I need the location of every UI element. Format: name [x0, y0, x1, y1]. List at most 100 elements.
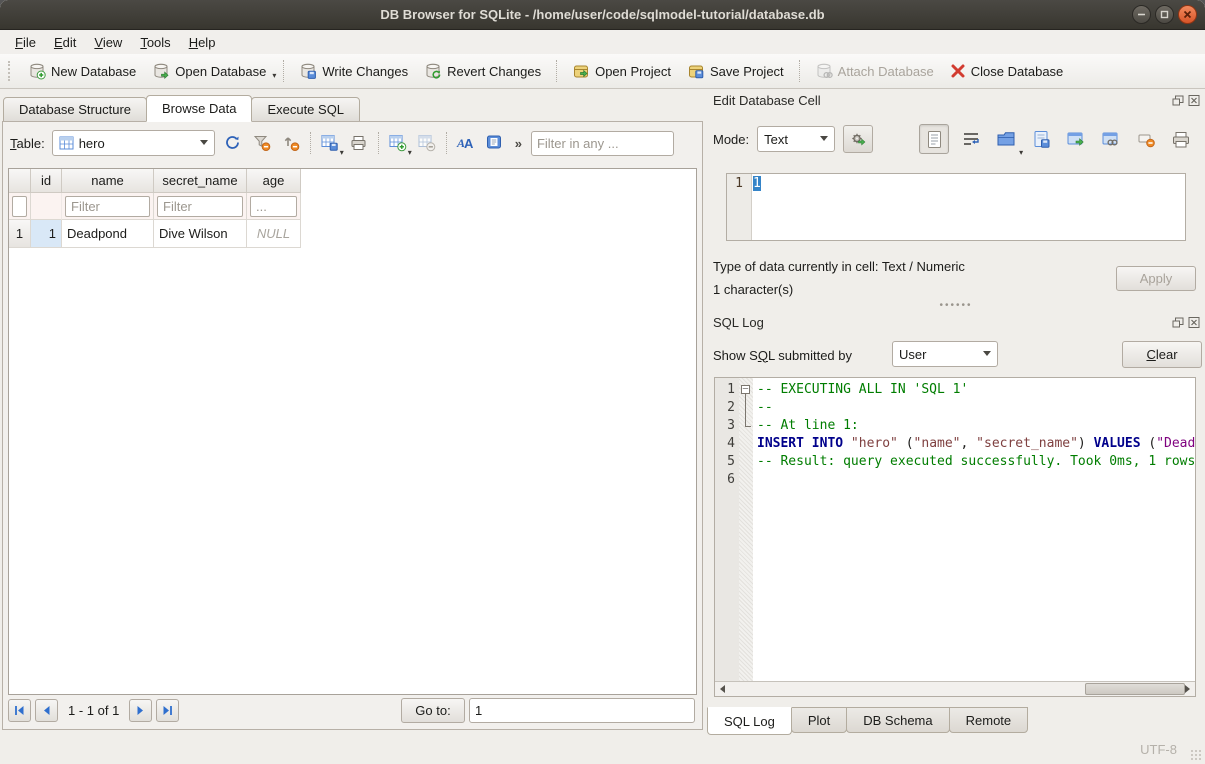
log-fold-margin[interactable]: – — [739, 378, 753, 681]
window-title: DB Browser for SQLite - /home/user/code/… — [0, 0, 1205, 30]
titlebar[interactable]: DB Browser for SQLite - /home/user/code/… — [0, 0, 1205, 30]
column-header-id[interactable]: id — [31, 169, 62, 193]
menu-help[interactable]: Help — [180, 32, 225, 53]
revert-changes-button[interactable]: Revert Changes — [416, 58, 549, 84]
cell-id[interactable]: 1 — [31, 220, 62, 248]
cell-editor-content[interactable]: 1 — [752, 174, 1185, 240]
text-mode-icon[interactable] — [919, 124, 949, 154]
apply-cell-icon[interactable] — [1063, 126, 1089, 152]
filter-name-input[interactable] — [65, 196, 150, 217]
minimize-button[interactable] — [1132, 5, 1151, 24]
sql-log-editor[interactable]: 12 34 56 – -- EXECUTING ALL IN 'SQL 1' -… — [714, 377, 1196, 697]
tab-plot[interactable]: Plot — [791, 707, 847, 733]
save-results-button[interactable]: ▾ — [319, 133, 341, 153]
print-button[interactable] — [348, 133, 370, 153]
goto-record-input[interactable] — [469, 698, 695, 723]
toolbar-separator — [310, 132, 311, 154]
menu-edit[interactable]: Edit — [45, 32, 85, 53]
filter-any-column-input[interactable] — [531, 131, 674, 156]
cell-name[interactable]: Deadpond — [62, 220, 154, 248]
cell-editor[interactable]: 1 1 — [726, 173, 1186, 241]
row-header[interactable]: 1 — [9, 220, 31, 248]
scrollbar-thumb[interactable] — [1085, 683, 1186, 695]
record-range-label: 1 - 1 of 1 — [68, 703, 119, 718]
column-header-secret-name[interactable]: secret_name — [154, 169, 247, 193]
goto-button[interactable]: Go to: — [401, 698, 465, 723]
edit-cell-toolbar: ▾ — [919, 124, 1194, 154]
filter-age-input[interactable] — [250, 196, 297, 217]
tab-execute-sql[interactable]: Execute SQL — [251, 97, 360, 122]
toolbar-separator — [378, 132, 379, 154]
toolbar-handle[interactable] — [8, 61, 14, 81]
filter-secret-name-input[interactable] — [157, 196, 243, 217]
menu-file[interactable]: File — [6, 32, 45, 53]
tab-browse-data[interactable]: Browse Data — [146, 95, 252, 122]
attach-database-label: Attach Database — [838, 64, 934, 79]
clear-log-button[interactable]: Clear — [1122, 341, 1202, 368]
resize-grip[interactable] — [1190, 749, 1202, 761]
float-dock-icon[interactable] — [1171, 94, 1184, 106]
grid-corner-header[interactable] — [9, 169, 31, 193]
cell-age-null[interactable]: NULL — [247, 220, 301, 248]
delete-record-button[interactable] — [416, 133, 438, 153]
last-record-button[interactable] — [156, 699, 179, 722]
mode-select[interactable]: Text — [757, 126, 835, 152]
encoding-indicator: UTF-8 — [1140, 742, 1177, 757]
next-record-button[interactable] — [129, 699, 152, 722]
write-changes-icon — [299, 62, 317, 80]
tab-remote[interactable]: Remote — [949, 707, 1029, 733]
find-in-table-button[interactable] — [484, 133, 506, 153]
import-data-icon[interactable]: ▾ — [993, 126, 1019, 152]
print-cell-icon[interactable] — [1168, 126, 1194, 152]
log-horizontal-scrollbar[interactable] — [715, 681, 1195, 696]
clear-filters-button[interactable] — [251, 133, 273, 153]
column-header-name[interactable]: name — [62, 169, 154, 193]
dock-splitter-handle[interactable]: •••••• — [707, 300, 1205, 311]
open-database-button[interactable]: Open Database — [144, 58, 274, 84]
export-data-icon[interactable] — [1028, 126, 1054, 152]
first-record-button[interactable] — [8, 699, 31, 722]
close-dock-icon[interactable] — [1187, 316, 1200, 328]
open-database-menu-caret[interactable]: ▾ — [272, 71, 276, 80]
save-project-button[interactable]: Save Project — [679, 58, 792, 84]
close-dock-icon[interactable] — [1187, 94, 1200, 106]
auto-format-button[interactable] — [843, 125, 873, 153]
write-changes-label: Write Changes — [322, 64, 408, 79]
set-null-icon[interactable] — [1133, 126, 1159, 152]
close-database-button[interactable]: Close Database — [942, 59, 1072, 83]
clear-sorting-button[interactable] — [280, 133, 302, 153]
maximize-button[interactable] — [1155, 5, 1174, 24]
refresh-button[interactable] — [222, 133, 244, 153]
insert-record-menu-caret[interactable]: ▾ — [408, 148, 412, 157]
link-cell-icon[interactable] — [1098, 126, 1124, 152]
close-button[interactable] — [1178, 5, 1197, 24]
tab-db-schema[interactable]: DB Schema — [846, 707, 949, 733]
tab-database-structure[interactable]: Database Structure — [3, 97, 147, 122]
toolbar-separator — [446, 132, 447, 154]
cell-secret-name[interactable]: Dive Wilson — [154, 220, 247, 248]
new-database-button[interactable]: New Database — [20, 58, 144, 84]
edit-cell-title: Edit Database Cell — [713, 93, 821, 108]
fold-collapse-icon[interactable]: – — [741, 385, 750, 394]
table-select[interactable]: hero — [52, 130, 215, 156]
column-header-age[interactable]: age — [247, 169, 301, 193]
tab-sql-log[interactable]: SQL Log — [707, 707, 792, 735]
menu-view[interactable]: View — [85, 32, 131, 53]
open-database-icon — [152, 62, 170, 80]
scroll-right-icon[interactable] — [1180, 682, 1195, 696]
log-code-area[interactable]: -- EXECUTING ALL IN 'SQL 1' -- -- At lin… — [753, 378, 1195, 681]
insert-record-button[interactable]: ▾ — [387, 133, 409, 153]
write-changes-button[interactable]: Write Changes — [291, 58, 416, 84]
scroll-left-icon[interactable] — [715, 682, 730, 696]
menu-tools[interactable]: Tools — [131, 32, 179, 53]
save-results-menu-caret[interactable]: ▾ — [340, 148, 344, 157]
word-wrap-icon[interactable] — [958, 126, 984, 152]
float-dock-icon[interactable] — [1171, 316, 1184, 328]
sql-submitter-select[interactable]: User — [892, 341, 998, 367]
import-menu-caret[interactable]: ▾ — [1019, 148, 1023, 157]
toolbar-overflow-chevron[interactable]: » — [513, 136, 524, 151]
font-settings-button[interactable]: AA — [455, 133, 477, 153]
open-project-button[interactable]: Open Project — [564, 58, 679, 84]
svg-text:A: A — [464, 136, 474, 151]
previous-record-button[interactable] — [35, 699, 58, 722]
